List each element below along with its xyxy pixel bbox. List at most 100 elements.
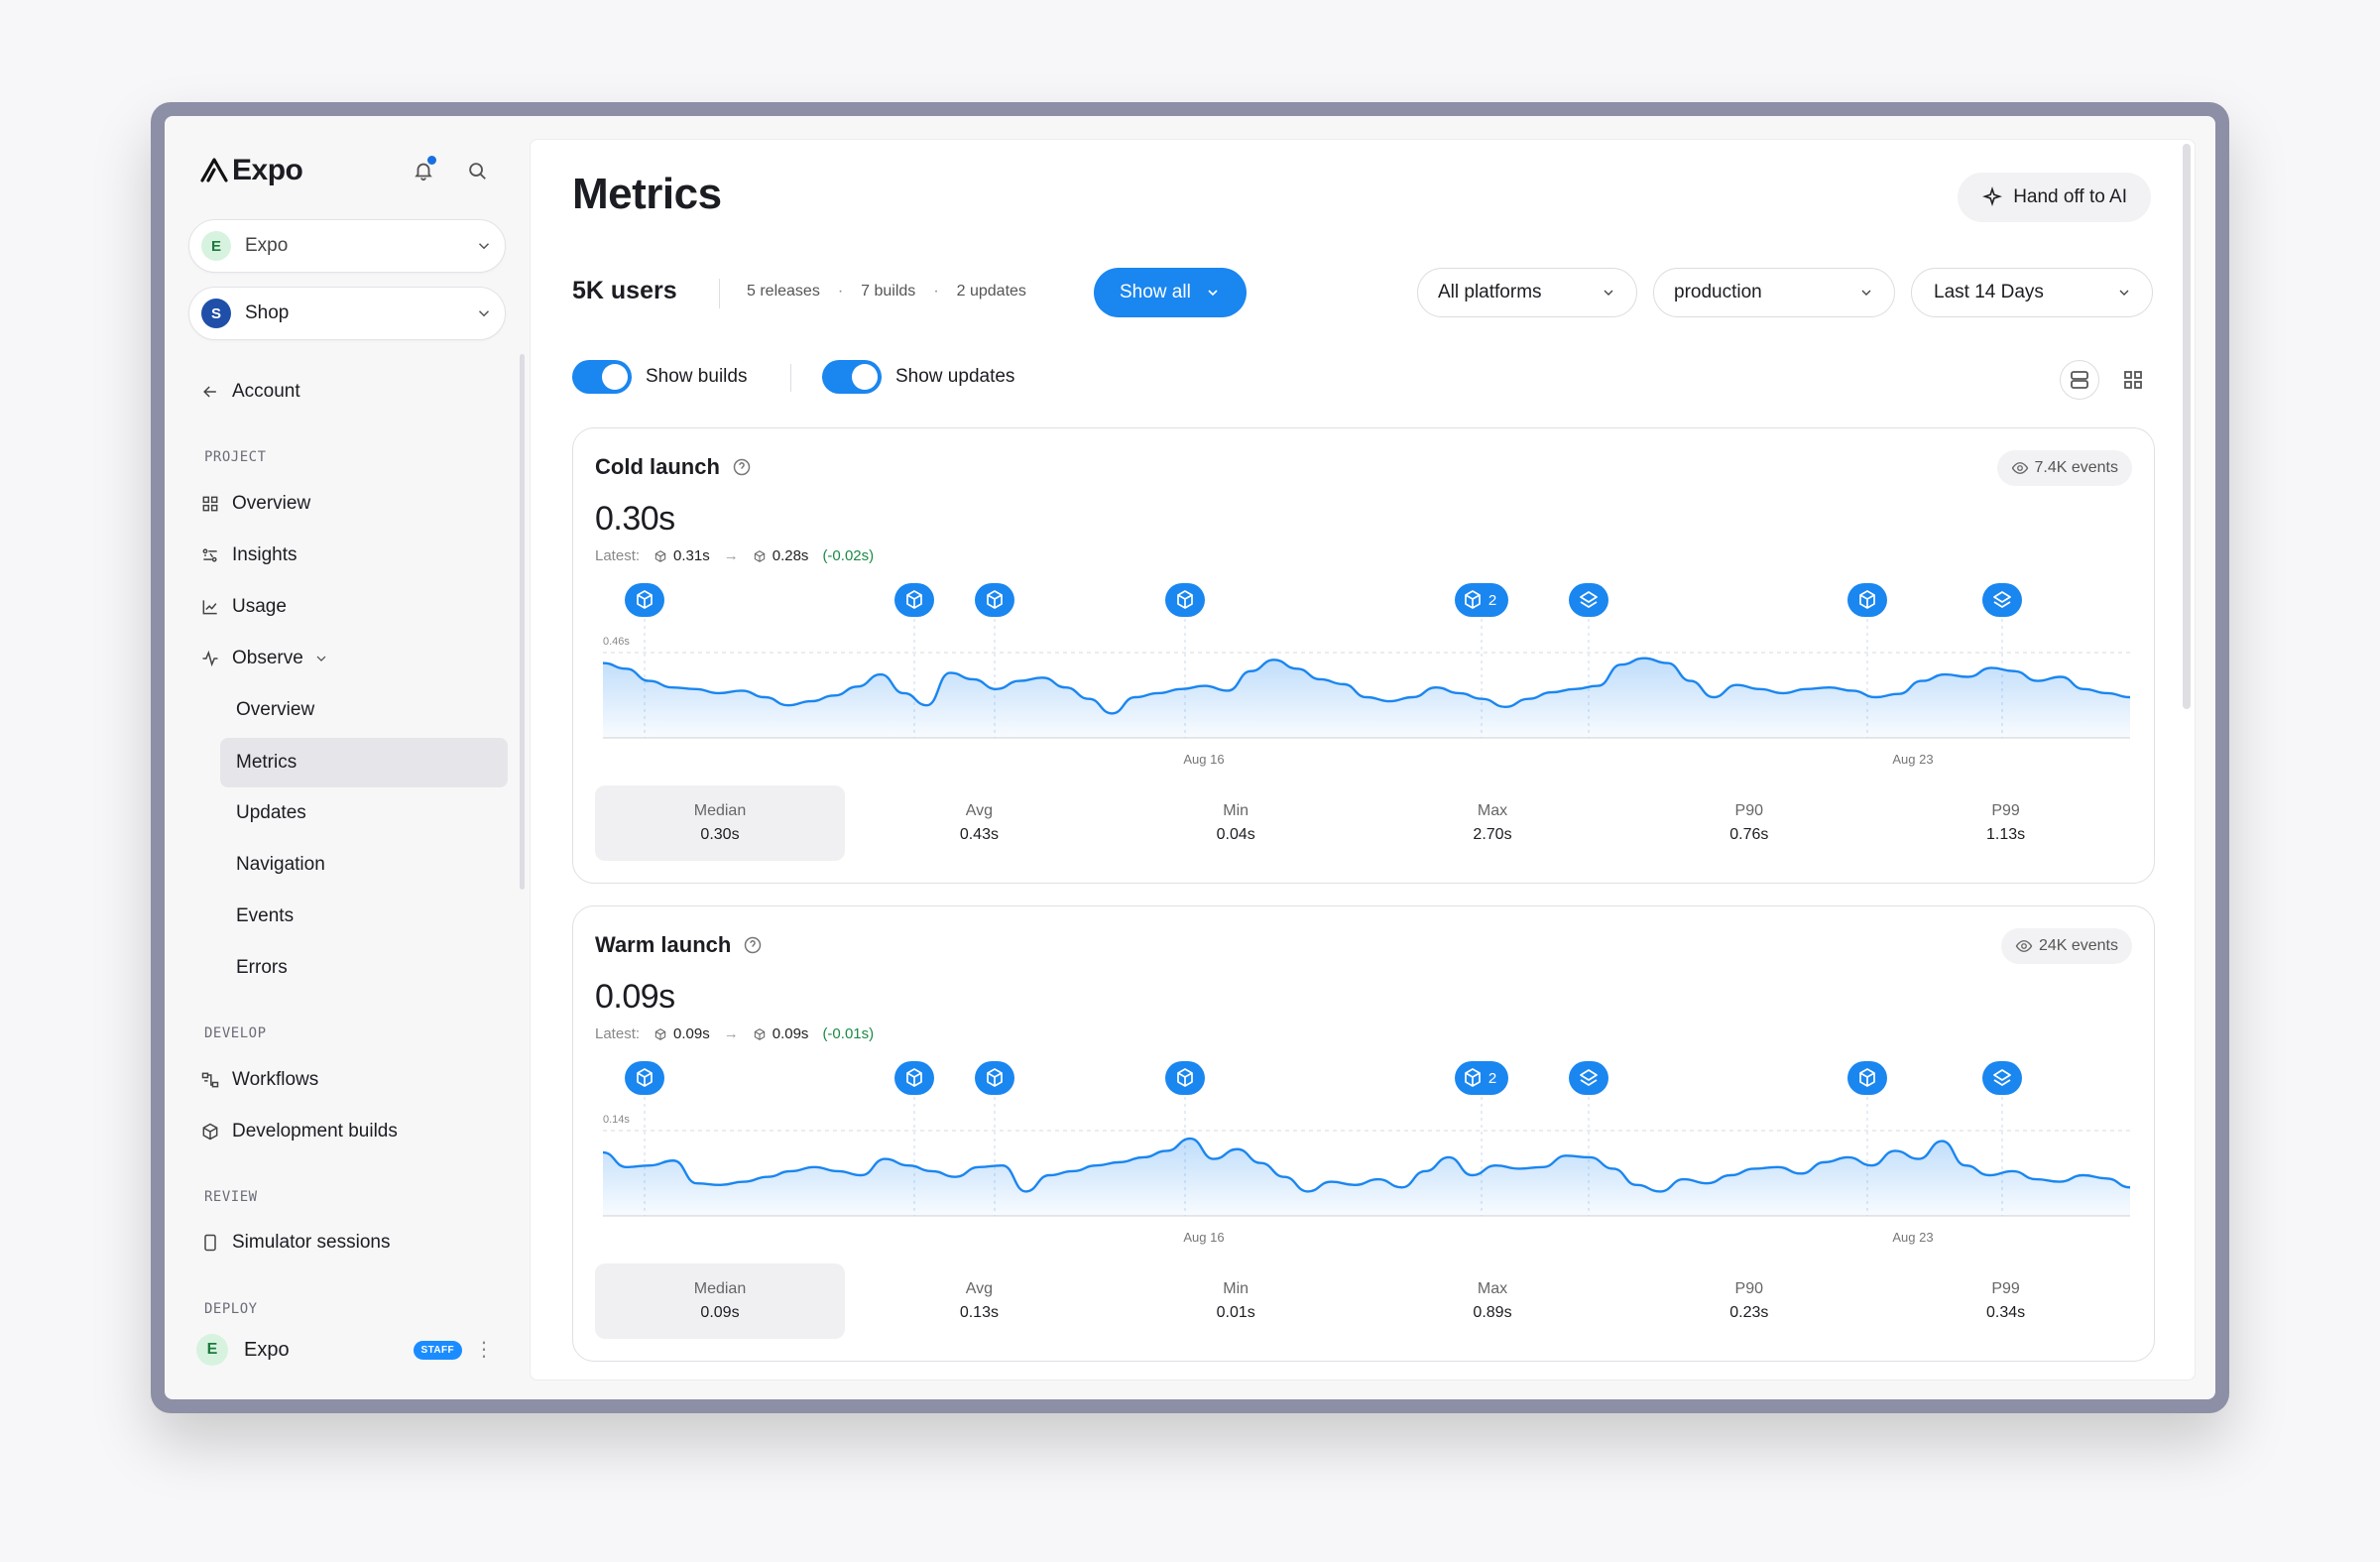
channel-value: production bbox=[1674, 282, 1762, 302]
stat-p99[interactable]: P99 1.13s bbox=[1877, 785, 2134, 861]
main-content: Metrics Hand off to AI 5K users 5 releas… bbox=[530, 139, 2196, 1381]
channel-select[interactable]: production bbox=[1653, 268, 1895, 317]
expo-logo-icon bbox=[200, 158, 228, 182]
marker-pill bbox=[1569, 583, 1608, 617]
sidebar-subitem-errors[interactable]: Errors bbox=[236, 946, 288, 990]
build-marker[interactable] bbox=[625, 1061, 664, 1095]
marker-pill bbox=[1569, 1061, 1608, 1095]
build-marker[interactable]: 2 bbox=[1455, 1061, 1508, 1095]
build-marker[interactable] bbox=[1847, 583, 1887, 617]
sidebar-item-insights[interactable]: Insights bbox=[200, 534, 297, 577]
insights-icon bbox=[202, 548, 217, 562]
stat-value: 0.09s bbox=[700, 1304, 740, 1321]
warm-launch-card: Warm launch 24K events 0.09s Latest: 0.0… bbox=[572, 905, 2155, 1362]
show-all-button[interactable]: Show all bbox=[1094, 268, 1247, 317]
build-marker[interactable] bbox=[894, 1061, 934, 1095]
arrow-right-icon: → bbox=[723, 1025, 739, 1042]
org-picker[interactable]: E Expo bbox=[188, 219, 506, 273]
build-marker[interactable]: 2 bbox=[1455, 583, 1508, 617]
toggle-switch[interactable] bbox=[572, 360, 632, 394]
org-badge: E bbox=[201, 231, 231, 261]
sidebar-subitem-updates[interactable]: Updates bbox=[236, 791, 306, 835]
sidebar-item-account[interactable]: Account bbox=[200, 370, 300, 414]
latest-change: Latest: 0.31s → 0.28s (-0.02s) bbox=[595, 547, 874, 564]
stat-median[interactable]: Median 0.30s bbox=[595, 785, 845, 861]
account-footer[interactable]: E Expo STAFF ⋮ bbox=[196, 1328, 494, 1372]
build-marker[interactable] bbox=[1847, 1061, 1887, 1095]
project-picker[interactable]: S Shop bbox=[188, 287, 506, 340]
sidebar-subitem-metrics[interactable]: Metrics bbox=[236, 741, 297, 784]
build-marker[interactable] bbox=[975, 583, 1014, 617]
stat-max[interactable]: Max 0.89s bbox=[1365, 1263, 1621, 1339]
platform-select[interactable]: All platforms bbox=[1417, 268, 1637, 317]
sidebar-item-workflows[interactable]: Workflows bbox=[200, 1058, 318, 1102]
rows-icon bbox=[2071, 371, 2088, 389]
sidebar-item-label: Events bbox=[236, 905, 295, 926]
builds-count: 7 builds bbox=[861, 283, 916, 300]
stat-avg[interactable]: Avg 0.13s bbox=[851, 1263, 1108, 1339]
footer-badge: E bbox=[196, 1334, 228, 1366]
stat-label: Avg bbox=[965, 1280, 994, 1297]
hand-off-to-ai-button[interactable]: Hand off to AI bbox=[1958, 173, 2151, 222]
build-marker[interactable] bbox=[1165, 583, 1205, 617]
stat-avg[interactable]: Avg 0.43s bbox=[851, 785, 1108, 861]
latest-label: Latest: bbox=[595, 1025, 641, 1042]
stat-value: 0.89s bbox=[1473, 1304, 1512, 1321]
sidebar-item-label: Usage bbox=[232, 596, 287, 617]
notifications-button[interactable] bbox=[409, 156, 438, 185]
stat-p90[interactable]: P90 0.76s bbox=[1620, 785, 1877, 861]
divider bbox=[790, 364, 791, 392]
divider bbox=[719, 279, 720, 308]
stat-max[interactable]: Max 2.70s bbox=[1365, 785, 1621, 861]
build-marker[interactable] bbox=[1165, 1061, 1205, 1095]
sidebar-item-usage[interactable]: Usage bbox=[200, 585, 287, 629]
chevron-down-icon bbox=[1604, 290, 1613, 296]
stat-min[interactable]: Min 0.04s bbox=[1108, 785, 1365, 861]
sidebar-subitem-navigation[interactable]: Navigation bbox=[236, 843, 325, 887]
stat-min[interactable]: Min 0.01s bbox=[1108, 1263, 1365, 1339]
help-icon[interactable] bbox=[743, 935, 763, 955]
latest-change: Latest: 0.09s → 0.09s (-0.01s) bbox=[595, 1025, 874, 1042]
sidebar-item-overview[interactable]: Overview bbox=[200, 482, 310, 526]
stat-value: 0.76s bbox=[1729, 826, 1769, 843]
section-review-label: REVIEW bbox=[204, 1189, 258, 1205]
sidebar-item-development-builds[interactable]: Development builds bbox=[200, 1110, 398, 1153]
update-marker[interactable] bbox=[1569, 1061, 1608, 1095]
sidebar-item-simulator-sessions[interactable]: Simulator sessions bbox=[200, 1221, 390, 1264]
build-marker[interactable] bbox=[625, 583, 664, 617]
toggle-switch[interactable] bbox=[822, 360, 882, 394]
stat-median[interactable]: Median 0.09s bbox=[595, 1263, 845, 1339]
update-marker[interactable] bbox=[1982, 583, 2022, 617]
search-button[interactable] bbox=[462, 156, 492, 185]
sparkle-icon bbox=[1982, 186, 2003, 207]
more-icon[interactable]: ⋮ bbox=[474, 1340, 494, 1360]
show-updates-toggle[interactable]: Show updates bbox=[822, 360, 1014, 394]
update-marker[interactable] bbox=[1569, 583, 1608, 617]
sidebar-subitem-overview[interactable]: Overview bbox=[236, 688, 314, 732]
build-marker[interactable] bbox=[894, 583, 934, 617]
phone-icon bbox=[204, 1234, 216, 1252]
stat-p99[interactable]: P99 0.34s bbox=[1877, 1263, 2134, 1339]
sidebar-item-label: Navigation bbox=[236, 854, 325, 875]
sidebar-item-observe[interactable]: Observe bbox=[200, 637, 329, 680]
list-view-button[interactable] bbox=[2060, 360, 2099, 400]
help-icon[interactable] bbox=[732, 457, 752, 477]
main-scrollbar[interactable] bbox=[2183, 144, 2191, 709]
latest-label: Latest: bbox=[595, 547, 641, 564]
stat-label: Max bbox=[1477, 1280, 1508, 1297]
sidebar-scrollbar[interactable] bbox=[520, 354, 525, 890]
package-icon bbox=[754, 1027, 765, 1040]
grid-view-button[interactable] bbox=[2113, 360, 2153, 400]
sidebar-subitem-events[interactable]: Events bbox=[236, 895, 294, 938]
metric-value: 0.09s bbox=[595, 978, 675, 1016]
chevron-down-icon bbox=[478, 310, 490, 317]
show-all-label: Show all bbox=[1120, 282, 1191, 302]
build-marker[interactable] bbox=[975, 1061, 1014, 1095]
y-max-label: 0.14s bbox=[603, 1114, 630, 1126]
update-marker[interactable] bbox=[1982, 1061, 2022, 1095]
stat-p90[interactable]: P90 0.23s bbox=[1620, 1263, 1877, 1339]
expo-logo[interactable]: Expo bbox=[200, 154, 303, 187]
stat-value: 0.30s bbox=[700, 826, 740, 843]
show-builds-toggle[interactable]: Show builds bbox=[572, 360, 747, 394]
date-range-select[interactable]: Last 14 Days bbox=[1911, 268, 2153, 317]
